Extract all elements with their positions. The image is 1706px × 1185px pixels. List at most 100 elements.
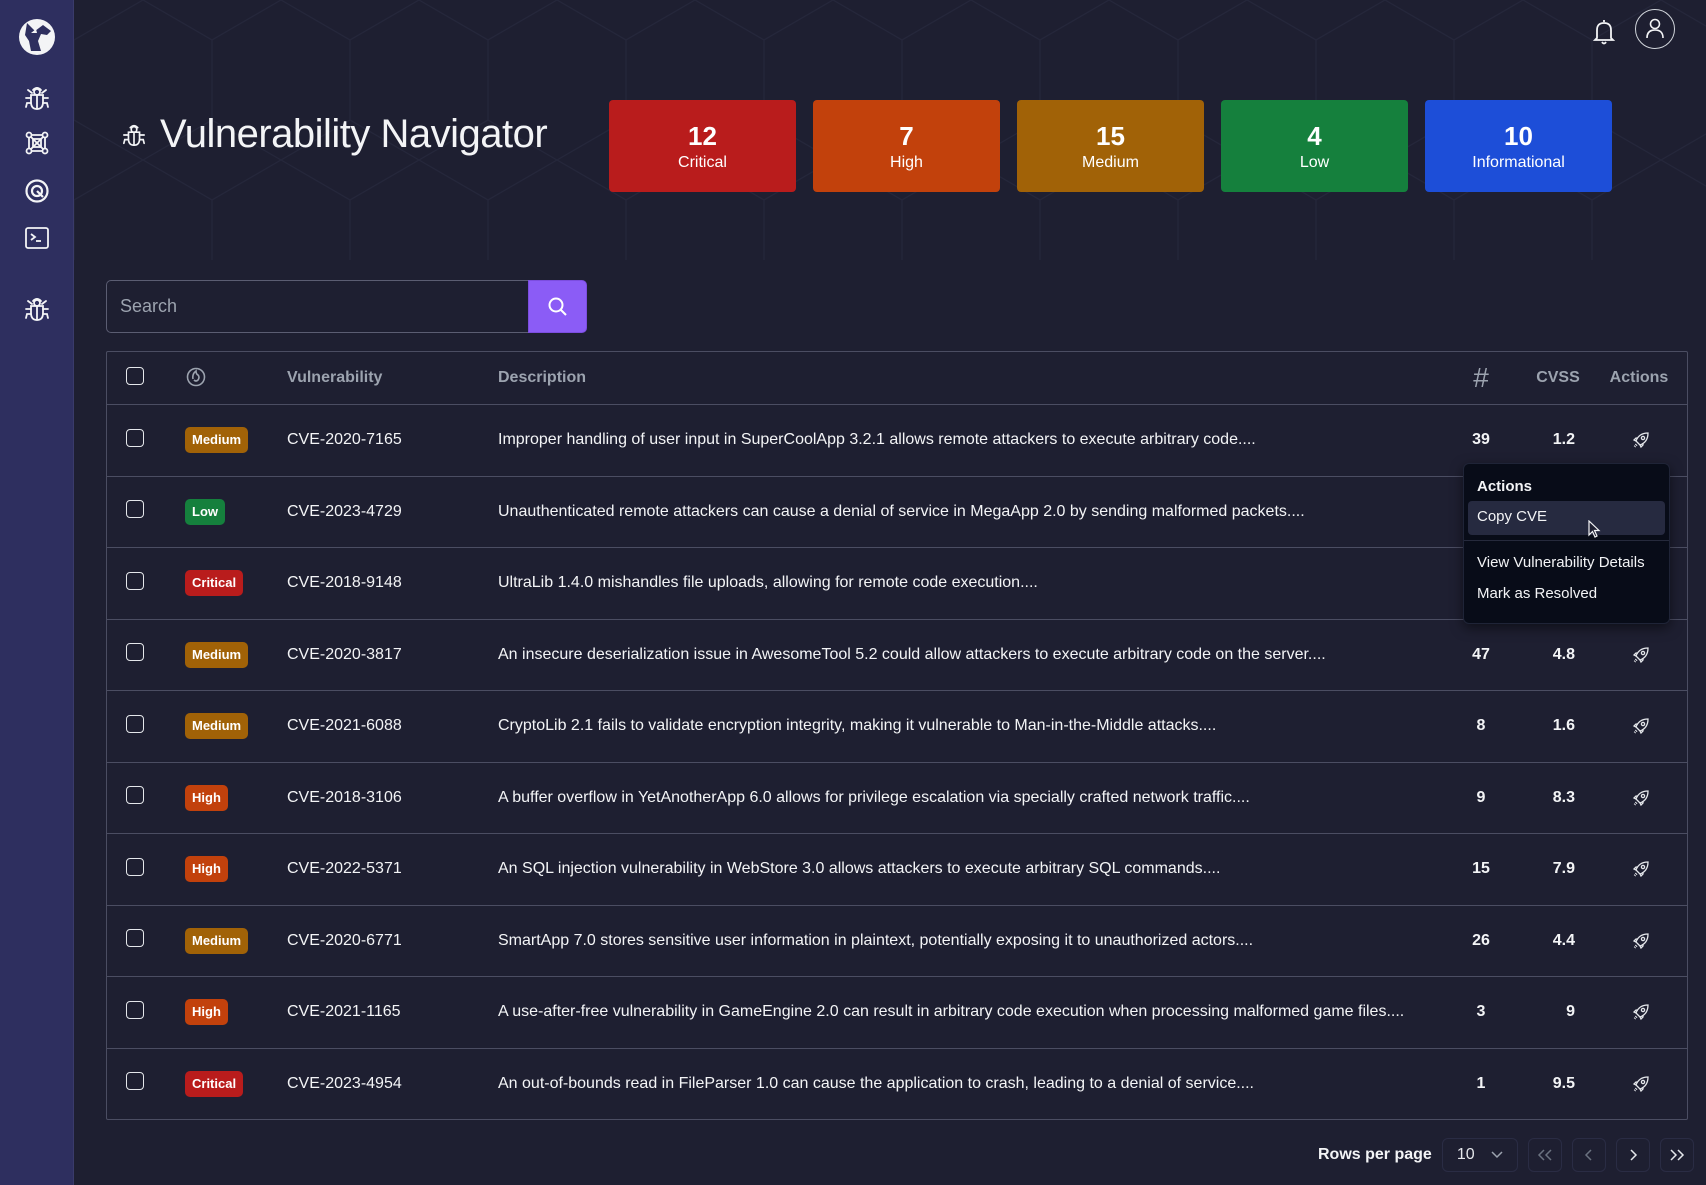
actions-menu: Actions Copy CVE View Vulnerability Deta… [1463,463,1670,624]
actions-menu-title: Actions [1477,478,1533,495]
stat-label: Medium [1082,153,1139,171]
row-checkbox[interactable] [126,500,144,519]
row-checkbox[interactable] [126,786,144,805]
occurrence-count: 1 [1476,1074,1486,1092]
description: CryptoLib 2.1 fails to validate encrypti… [498,717,1217,735]
terminal-icon [25,227,49,249]
vulnerability-table: Vulnerability Description # CVSS Actions… [106,351,1688,1120]
column-header-vulnerability[interactable]: Vulnerability [266,369,477,387]
row-checkbox[interactable] [126,428,144,447]
occurrence-count: 3 [1476,1003,1486,1021]
column-header-count[interactable]: # [1451,362,1511,394]
row-actions-button[interactable] [1630,715,1652,737]
stat-card-medium[interactable]: 15 Medium [1017,100,1204,192]
stat-card-low[interactable]: 4 Low [1221,100,1408,192]
first-page-button[interactable] [1527,1138,1562,1172]
wolf-logo-icon[interactable] [17,17,57,57]
row-checkbox[interactable] [126,643,144,662]
description: An SQL injection vulnerability in WebSto… [498,860,1221,878]
row-checkbox[interactable] [126,571,144,590]
last-page-button[interactable] [1659,1138,1694,1172]
search-button[interactable] [528,280,587,333]
sidebar-item-terminal[interactable] [22,223,52,253]
search-input[interactable] [106,280,528,333]
rocket-icon [1632,647,1649,663]
search-icon [548,297,567,316]
row-actions-button[interactable] [1630,787,1652,809]
description: An insecure deserialization issue in Awe… [498,645,1326,663]
menu-item-view-details[interactable]: View Vulnerability Details [1468,547,1665,578]
row-checkbox[interactable] [126,857,144,876]
cvss-score: 4.8 [1552,645,1575,663]
chevrons-left-icon [1537,1149,1552,1161]
cvss-score: 4.4 [1552,931,1575,949]
row-checkbox[interactable] [126,1000,144,1019]
description: A buffer overflow in YetAnotherApp 6.0 a… [498,788,1250,806]
occurrence-count: 26 [1472,931,1490,949]
bell-icon [1592,20,1616,45]
sidebar-item-network[interactable] [22,128,52,158]
cvss-score: 9.5 [1552,1074,1575,1092]
sidebar-item-targets[interactable] [22,176,52,206]
cve-id: CVE-2021-6088 [287,717,402,735]
next-page-button[interactable] [1615,1138,1650,1172]
table-row: Critical CVE-2018-9148 UltraLib 1.4.0 mi… [107,547,1687,619]
rocket-icon [1632,432,1649,449]
menu-item-copy-cve[interactable]: Copy CVE [1468,501,1665,535]
previous-page-button[interactable] [1571,1138,1606,1172]
row-actions-button[interactable] [1630,644,1652,666]
occurrence-count: 9 [1476,788,1486,806]
severity-summary: 12 Critical 7 High 15 Medium 4 Low 10 In… [609,100,1612,192]
description: An out-of-bounds read in FileParser 1.0 … [498,1074,1254,1092]
description: SmartApp 7.0 stores sensitive user infor… [498,931,1254,949]
row-actions-button[interactable] [1630,930,1652,952]
column-header-description[interactable]: Description [477,369,1451,387]
stat-card-high[interactable]: 7 High [813,100,1000,192]
rocket-icon [1632,718,1649,735]
severity-badge: Medium [185,427,249,454]
row-actions-button[interactable] [1630,429,1652,451]
flame-icon[interactable] [185,365,207,387]
column-header-cvss[interactable]: CVSS [1511,369,1595,387]
table-row: High CVE-2021-1165 A use-after-free vuln… [107,976,1687,1048]
rows-per-page-select[interactable]: 10 [1441,1138,1518,1172]
row-checkbox[interactable] [126,714,144,733]
stat-card-informational[interactable]: 10 Informational [1425,100,1612,192]
row-actions-button[interactable] [1630,858,1652,880]
page-header: Vulnerability Navigator [122,112,548,157]
row-checkbox[interactable] [126,1072,144,1091]
description: A use-after-free vulnerability in GameEn… [498,1003,1405,1021]
cvss-score: 1.2 [1552,431,1575,449]
table-row: Low CVE-2023-4729 Unauthenticated remote… [107,475,1687,548]
menu-item-mark-resolved[interactable]: Mark as Resolved [1468,578,1665,609]
rocket-icon [1632,1076,1649,1092]
stat-label: Low [1299,153,1330,171]
rocket-icon [1632,1004,1649,1021]
cve-id: CVE-2022-5371 [287,860,402,878]
severity-badge: Critical [185,1070,244,1097]
row-checkbox[interactable] [126,929,144,948]
select-all-checkbox[interactable] [126,366,144,385]
notifications-button[interactable] [1592,18,1616,46]
row-actions-button[interactable] [1630,1073,1652,1095]
table-row: High CVE-2022-5371 An SQL injection vuln… [107,833,1687,905]
chevrons-right-icon [1670,1149,1684,1161]
sidebar-item-bugs[interactable] [22,294,52,324]
row-actions-button[interactable] [1630,1001,1652,1023]
sidebar-item-vulnerabilities[interactable] [22,83,52,113]
severity-badge: Medium [185,927,249,954]
severity-badge: Medium [185,641,249,668]
occurrence-count: 39 [1472,431,1490,449]
cve-id: CVE-2020-6771 [287,931,402,949]
bug-icon [25,298,49,321]
cve-id: CVE-2020-3817 [287,645,402,663]
cve-id: CVE-2023-4954 [287,1074,402,1092]
table-body: Medium CVE-2020-7165 Improper handling o… [107,404,1687,1119]
user-avatar-button[interactable] [1635,9,1675,49]
table-row: Medium CVE-2020-7165 Improper handling o… [107,404,1687,476]
sidebar [0,0,74,1185]
cvss-score: 1.6 [1552,717,1575,735]
rocket-icon [1632,790,1649,806]
stat-card-critical[interactable]: 12 Critical [609,100,796,192]
target-icon [25,179,49,203]
